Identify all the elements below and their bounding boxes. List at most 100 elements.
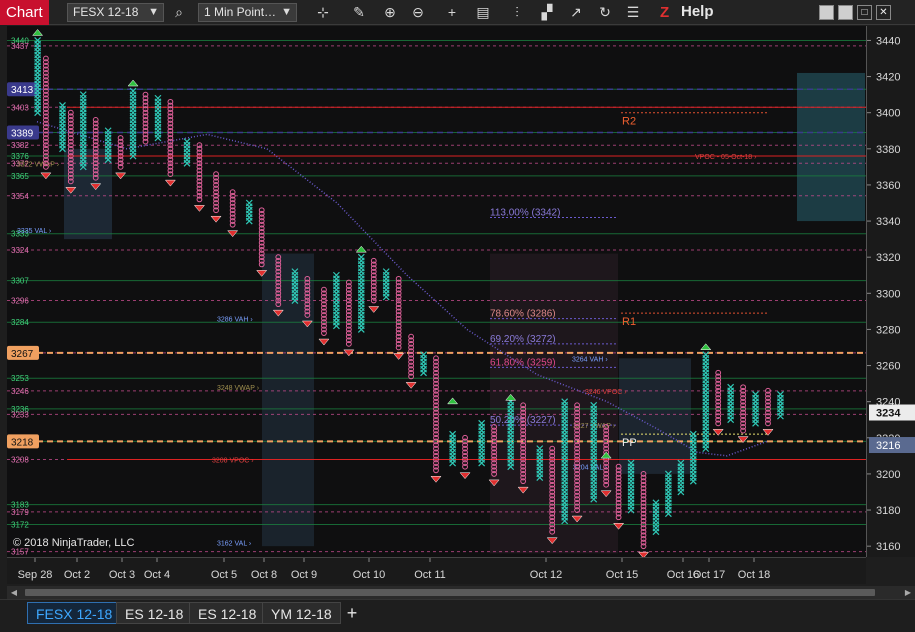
pnf-x-column xyxy=(777,391,784,420)
crosshair-icon[interactable]: ⊹ xyxy=(312,2,334,23)
annotation-label: 3335 VAL › xyxy=(17,228,52,235)
time-tick-label: Sep 28 xyxy=(18,569,53,581)
price-tick-label: 3300 xyxy=(876,288,900,300)
chart-toolbar: Chart FESX 12-18 ▼ ⌕ 1 Min Point… ▼ ⊹ ✎ … xyxy=(0,0,915,25)
pnf-o-column xyxy=(318,286,330,346)
z-icon[interactable]: Z xyxy=(660,2,669,23)
pnf-o-column xyxy=(368,257,380,313)
key-level-label: 3267 xyxy=(11,349,34,360)
draw-icon[interactable]: ✎ xyxy=(348,2,370,23)
fib-label: 113.00% (3342) xyxy=(490,207,560,218)
pnf-x-column xyxy=(129,87,137,160)
pnf-x-column xyxy=(357,253,365,333)
pnf-x-column xyxy=(702,351,710,453)
time-tick-label: Oct 11 xyxy=(414,569,446,581)
pnf-x-box xyxy=(357,253,365,261)
fib-label: 69.20% (3272) xyxy=(490,334,556,345)
reversal-up-arrow xyxy=(355,245,367,253)
pnf-x-box xyxy=(689,430,697,438)
tab-es-12-18-2[interactable]: ES 12-18 xyxy=(189,602,266,624)
price-tick-label: 3340 xyxy=(876,216,900,228)
pnf-o-column xyxy=(762,387,774,436)
zoom-in-icon[interactable]: ⊕ xyxy=(379,2,401,23)
pnf-x-column xyxy=(245,199,253,225)
period-value: 1 Min Point… xyxy=(204,5,277,19)
chart-scrollbar[interactable]: ◀ ▶ xyxy=(7,586,915,599)
time-axis[interactable]: Sep 28 Oct 2 Oct 3 Oct 4 Oct 5 Oct 8 Oct 9 Oct … xyxy=(7,557,866,584)
reversal-down-arrow xyxy=(164,179,176,187)
price-tick-label: 3360 xyxy=(876,180,900,192)
pnf-x-box xyxy=(777,391,784,398)
chart-plot-area[interactable]: 3440343734133403338933823376337233653354… xyxy=(7,26,866,559)
pnf-o-column xyxy=(637,471,650,559)
time-tick-label: Oct 2 xyxy=(64,569,90,581)
data-box-icon[interactable]: ▤ xyxy=(472,2,494,23)
period-selector[interactable]: 1 Min Point… ▼ xyxy=(198,3,297,22)
pnf-x-column xyxy=(183,138,191,167)
tab-ym-12-18[interactable]: YM 12-18 xyxy=(262,602,341,624)
ninjatrader-chart-window: Chart FESX 12-18 ▼ ⌕ 1 Min Point… ▼ ⊹ ✎ … xyxy=(0,0,915,632)
indicator-icon[interactable]: ↗ xyxy=(565,2,587,23)
instrument-selector[interactable]: FESX 12-18 ▼ xyxy=(67,3,164,22)
price-axis[interactable]: 3440 3420 3400 3380 3360 3340 3320 3300 3280 3260… xyxy=(866,26,915,557)
instrument-tabs: FESX 12-18 ES 12-18 ES 12-18 YM 12-18 + xyxy=(0,599,915,632)
price-tick-label: 3160 xyxy=(876,541,900,553)
price-level-label: 3437 xyxy=(11,42,29,51)
pnf-x-column xyxy=(689,430,697,485)
pnf-x-column xyxy=(34,37,42,117)
instrument-value: FESX 12-18 xyxy=(73,5,139,19)
add-tab-button[interactable]: + xyxy=(340,602,364,624)
reversal-up-arrow xyxy=(700,343,712,350)
search-icon[interactable]: ⌕ xyxy=(168,2,190,23)
tab-es-12-18[interactable]: ES 12-18 xyxy=(116,602,193,624)
strategy-icon[interactable]: ▞ xyxy=(536,2,558,23)
time-tick-label: Oct 18 xyxy=(738,569,770,581)
key-level-label: 3218 xyxy=(11,437,34,448)
minimize-button[interactable] xyxy=(819,5,834,20)
scroll-left-icon[interactable]: ◀ xyxy=(7,586,21,599)
bar-type-icon[interactable]: ⫶ xyxy=(506,2,528,23)
price-level-label: 3179 xyxy=(11,508,29,517)
key-level-label: 3413 xyxy=(11,85,34,96)
reversal-down-arrow xyxy=(368,306,380,313)
pnf-x-box xyxy=(727,383,735,391)
price-level-label: 3382 xyxy=(11,141,29,150)
scrollbar-thumb[interactable] xyxy=(25,589,875,596)
time-tick-label: Oct 9 xyxy=(291,569,317,581)
time-tick-label: Oct 8 xyxy=(251,569,277,581)
annotation-label: 3246 VPOC › xyxy=(585,389,627,396)
chart-title: Chart xyxy=(0,0,49,25)
pnf-o-column xyxy=(393,275,405,360)
refresh-icon[interactable]: ↻ xyxy=(594,2,616,23)
pnf-o-column xyxy=(405,333,417,389)
pnf-o-column xyxy=(193,142,205,212)
pnf-o-column xyxy=(115,135,127,180)
pnf-o-column xyxy=(142,91,149,145)
tab-fesx-12-18[interactable]: FESX 12-18 xyxy=(27,602,122,624)
pnf-o-column xyxy=(712,369,724,436)
time-tick-label: Oct 17 xyxy=(693,569,725,581)
cross-icon[interactable]: + xyxy=(441,2,463,23)
help-menu[interactable]: Help xyxy=(681,0,714,24)
annotation-label: 3162 VAL › xyxy=(217,541,252,548)
reversal-down-arrow xyxy=(405,382,417,389)
pnf-x-box xyxy=(245,199,253,207)
pnf-x-box xyxy=(752,391,759,398)
pnf-x-box xyxy=(79,91,87,99)
fib-label: 61.80% (3259) xyxy=(490,357,556,368)
annotation-label: 3208 VPOC › xyxy=(212,457,254,464)
time-tick-label: Oct 3 xyxy=(109,569,135,581)
price-level-label: 3307 xyxy=(11,277,29,286)
pnf-x-box xyxy=(332,271,340,279)
zoom-out-icon[interactable]: ⊖ xyxy=(407,2,429,23)
close-icon[interactable]: ✕ xyxy=(876,5,891,20)
reversal-down-arrow xyxy=(193,205,205,212)
pnf-o-column xyxy=(343,279,355,357)
volume-profile-band xyxy=(262,253,314,547)
properties-icon[interactable]: ☰ xyxy=(622,2,644,23)
restore-button[interactable] xyxy=(838,5,853,20)
maximize-icon[interactable]: □ xyxy=(857,5,872,20)
pnf-o-column xyxy=(430,355,442,483)
scroll-right-icon[interactable]: ▶ xyxy=(901,586,915,599)
key-level-label: 3389 xyxy=(11,129,34,140)
